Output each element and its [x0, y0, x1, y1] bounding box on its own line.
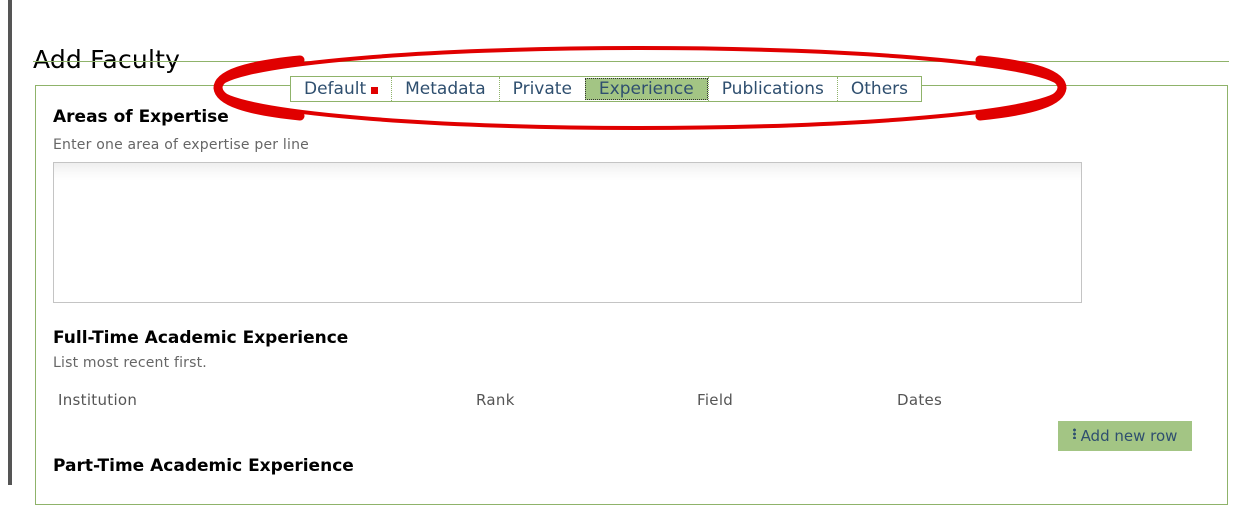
tab-experience[interactable]: Experience	[584, 78, 708, 100]
full-time-heading: Full-Time Academic Experience	[53, 328, 349, 348]
part-time-heading: Part-Time Academic Experience	[53, 456, 354, 476]
tab-label: Default	[304, 79, 367, 99]
tab-others[interactable]: Others	[836, 77, 921, 101]
tab-metadata[interactable]: Metadata	[391, 77, 499, 101]
column-header-dates: Dates	[897, 391, 943, 409]
tab-bar: Default Metadata Private Experience Publ…	[290, 76, 923, 102]
tab-label: Publications	[721, 79, 824, 99]
expertise-help-text: Enter one area of expertise per line	[53, 137, 309, 153]
required-marker-icon	[371, 86, 379, 94]
page-title: Add Faculty	[33, 44, 181, 74]
column-header-rank: Rank	[476, 391, 515, 409]
tab-publications[interactable]: Publications	[707, 77, 837, 101]
left-border-bar	[8, 0, 12, 485]
add-new-row-button[interactable]: Add new row	[1058, 421, 1192, 451]
title-divider	[33, 61, 1229, 62]
tab-label: Experience	[598, 79, 694, 99]
add-row-label: Add new row	[1080, 427, 1178, 445]
expertise-textarea[interactable]	[53, 162, 1082, 303]
tab-default[interactable]: Default	[291, 77, 391, 101]
full-time-help-text: List most recent first.	[53, 355, 207, 371]
tab-private[interactable]: Private	[498, 77, 585, 101]
grip-icon	[1072, 427, 1076, 439]
tab-label: Metadata	[405, 79, 486, 99]
tab-label: Private	[512, 79, 572, 99]
column-header-field: Field	[697, 391, 734, 409]
column-header-institution: Institution	[58, 391, 138, 409]
tab-label: Others	[850, 79, 909, 99]
expertise-heading: Areas of Expertise	[53, 107, 229, 127]
